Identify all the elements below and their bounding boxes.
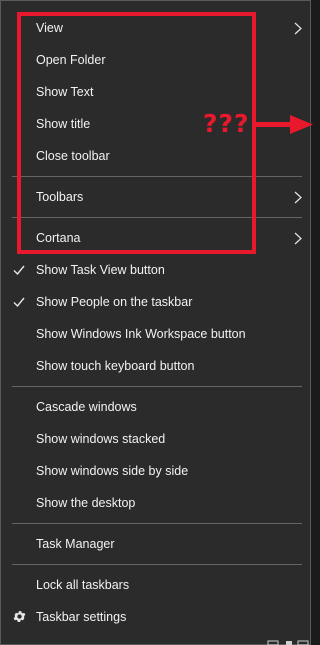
menu-item-label: Taskbar settings xyxy=(36,610,127,624)
menu-item-label: Show windows side by side xyxy=(36,464,189,478)
menu-item-cascade-windows[interactable]: Cascade windows xyxy=(1,391,310,423)
menu-item-label: Task Manager xyxy=(36,537,115,551)
gear-icon xyxy=(13,611,26,622)
menu-item-task-manager[interactable]: Task Manager xyxy=(1,528,310,560)
menu-item-show-task-view[interactable]: Show Task View button xyxy=(1,254,310,286)
checkmark-icon xyxy=(13,265,25,276)
menu-item-show-people[interactable]: Show People on the taskbar xyxy=(1,286,310,318)
menu-separator xyxy=(12,523,302,524)
chevron-right-icon xyxy=(294,22,302,35)
menu-item-taskbar-settings[interactable]: Taskbar settings xyxy=(1,601,310,633)
menu-item-windows-stacked[interactable]: Show windows stacked xyxy=(1,423,310,455)
chevron-right-icon xyxy=(294,232,302,245)
menu-item-lock-taskbars[interactable]: Lock all taskbars xyxy=(1,569,310,601)
annotation-question-marks: ??? xyxy=(203,109,250,138)
menu-item-label: Show People on the taskbar xyxy=(36,295,193,309)
menu-item-label: Show touch keyboard button xyxy=(36,359,195,373)
menu-item-windows-side-by-side[interactable]: Show windows side by side xyxy=(1,455,310,487)
menu-item-show-desktop[interactable]: Show the desktop xyxy=(1,487,310,519)
menu-separator xyxy=(12,564,302,565)
chevron-right-icon xyxy=(294,191,302,204)
menu-item-label: Show windows stacked xyxy=(36,432,166,446)
annotation-arrow-icon xyxy=(252,115,313,134)
menu-item-label: Show Windows Ink Workspace button xyxy=(36,327,246,341)
menu-item-show-touch-keyboard[interactable]: Show touch keyboard button xyxy=(1,350,310,382)
taskbar-edge-icons xyxy=(267,640,309,645)
menu-item-show-ink-workspace[interactable]: Show Windows Ink Workspace button xyxy=(1,318,310,350)
menu-item-label: Show the desktop xyxy=(36,496,136,510)
menu-item-label: Lock all taskbars xyxy=(36,578,130,592)
menu-item-label: Cascade windows xyxy=(36,400,137,414)
menu-item-label: Show Task View button xyxy=(36,263,165,277)
checkmark-icon xyxy=(13,297,25,308)
menu-separator xyxy=(12,386,302,387)
